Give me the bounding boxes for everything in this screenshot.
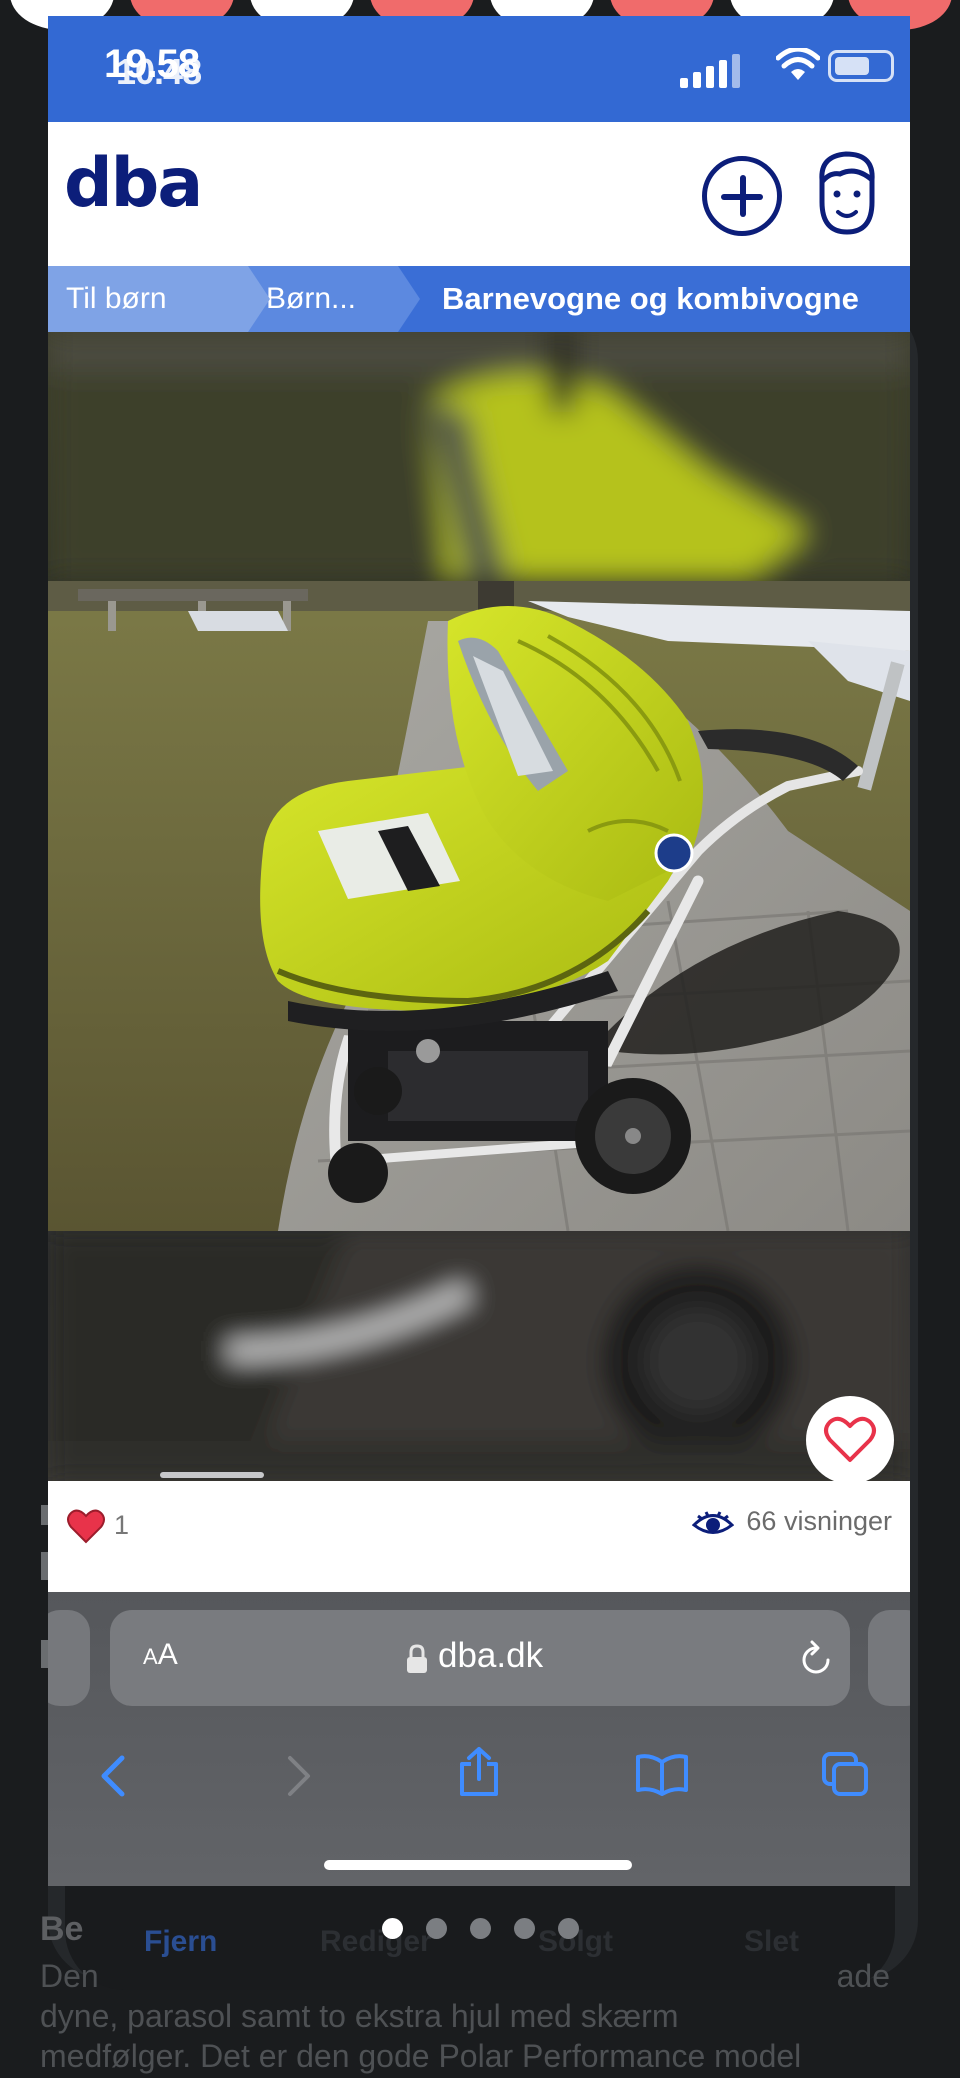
likes-count: 1 [114,1510,130,1540]
page-dot [425,1918,447,1939]
next-tab-preview[interactable] [868,1610,910,1706]
site-header: dba [48,122,910,266]
wifi-icon [776,48,820,80]
page-dot [513,1918,535,1939]
breadcrumb-current: Barnevogne og kombivogne [442,281,859,316]
description-line: medfølger. Det er den gode Polar Perform… [40,2038,802,2074]
previous-tab-preview[interactable] [48,1610,90,1706]
page-dot [381,1918,403,1939]
background-description: Den ade dyne, parasol samt to ekstra hju… [40,1956,920,2076]
dba-logo[interactable]: dba [64,144,203,223]
photo-blur-top [48,332,910,581]
description-line: ade [836,1958,890,1994]
share-icon[interactable] [456,1746,502,1798]
breadcrumb: Børn... Til børn Barnevogne og kombivogn… [48,266,910,332]
favorite-button[interactable] [806,1396,894,1484]
listing-stats: 1 66 visninger [48,1482,910,1592]
description-line: dyne, parasol samt to ekstra hjul med sk… [40,1998,679,2034]
back-icon[interactable] [98,1754,128,1798]
battery-icon [828,50,894,82]
reader-settings-button[interactable]: AA [143,1638,178,1672]
lock-icon [407,1644,427,1673]
url-text: dba.dk [438,1636,544,1675]
description-line: Den [40,1958,99,1994]
status-bar: 19.58 10.48 [48,16,910,122]
heart-outline-icon [824,1416,876,1462]
status-time-overlay: 10.48 [116,51,202,92]
breadcrumb-item[interactable]: Til børn [48,266,248,332]
forward-icon[interactable] [284,1754,314,1798]
eye-icon [692,1511,734,1534]
bookmarks-icon[interactable] [634,1752,690,1796]
tabs-icon[interactable] [820,1750,870,1798]
views-count: 66 visninger [746,1506,892,1536]
reload-icon[interactable] [798,1640,834,1678]
listing-photo[interactable] [48,581,910,1231]
page-dot [557,1918,579,1939]
heart-filled-icon [67,1509,105,1544]
profile-avatar-icon[interactable] [816,150,878,236]
create-listing-button[interactable] [702,156,782,236]
home-indicator[interactable] [324,1860,632,1870]
cellular-signal-icon [680,54,740,88]
page-preview[interactable]: 19.58 10.48 dba Børn... Til børn Barnevo… [48,16,910,1886]
address-bar[interactable]: AA dba.dk [110,1610,850,1706]
page-dot [469,1918,491,1939]
image-scroll-indicator [160,1472,264,1478]
page-indicator [0,1918,960,1939]
photo-blur-bottom [48,1231,910,1481]
browser-toolbar: AA dba.dk [48,1592,910,1886]
